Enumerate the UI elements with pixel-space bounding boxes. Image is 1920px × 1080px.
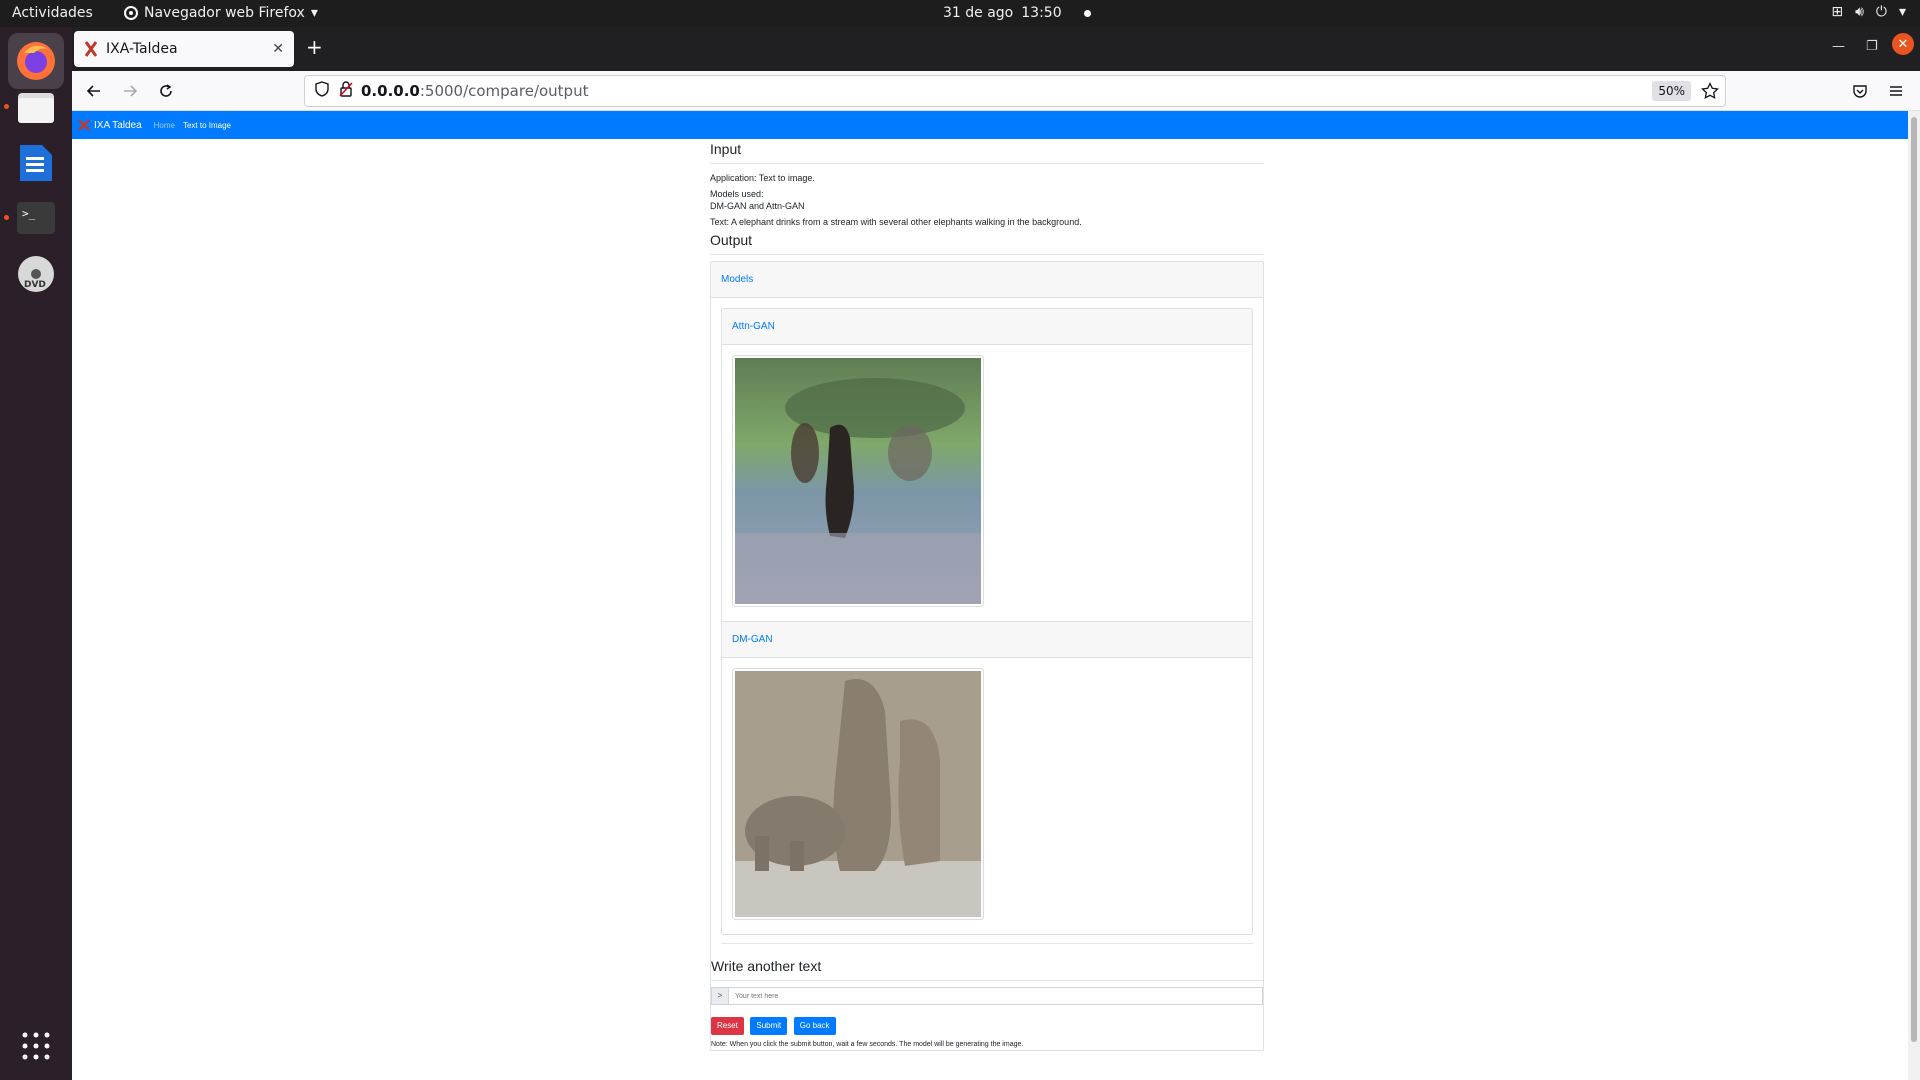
model-card-dm-gan: DM-GAN [721,622,1253,935]
svg-text:>_: >_ [22,207,36,220]
close-window-icon[interactable]: ✕ [1892,33,1914,55]
url-path: :5000/compare/output [419,82,589,100]
navigation-toolbar: 0.0.0.0:5000/compare/output 50% [72,71,1920,111]
models-card: Models Attn-GAN DM-GAN Write another tex… [710,261,1264,1051]
dock-dvd[interactable]: DVD [8,246,64,302]
restore-icon[interactable]: ❐ [1866,39,1878,54]
button-row: Reset Submit Go back [711,1015,1253,1035]
terminal-icon: >_ [17,202,55,234]
reload-icon[interactable] [154,79,178,103]
divider [711,980,1263,981]
shield-icon[interactable] [315,81,329,101]
pocket-icon[interactable] [1848,79,1872,103]
model-card-attn-gan: Attn-GAN [721,308,1253,622]
brand-label: IXA Taldea [94,119,142,131]
dock-files[interactable] [8,79,64,135]
input-text: Text: A elephant drinks from a stream wi… [710,217,1082,227]
input-prefix: > [711,987,729,1005]
site-navbar: IXA Taldea Home Text to Image [72,111,1908,139]
app-name: Navegador web Firefox [144,5,305,21]
models-used-label: Models used: [710,189,764,199]
dm-gan-image [732,668,984,920]
url-bar[interactable]: 0.0.0.0:5000/compare/output 50% [304,75,1726,107]
power-icon: ⏻ [1875,4,1887,20]
models-body: Attn-GAN DM-GAN Write another text > You… [711,298,1263,1048]
network-icon: ⊞ [1831,4,1844,20]
generated-elephant-image [735,671,981,917]
minimize-icon[interactable]: — [1832,39,1845,54]
hamburger-menu-icon[interactable] [1884,79,1908,103]
submit-note: Note: When you click the submit button, … [711,1041,1024,1048]
back-icon[interactable] [82,79,106,103]
main-container: Input Application: Text to image. Models… [710,139,1264,1051]
model-body [722,658,1252,934]
tab-strip: IXA-Taldea ✕ + — ❐ ✕ [72,27,1920,71]
text-input-group: > [711,987,1263,1005]
system-top-bar: Actividades Navegador web Firefox ▾ 31 d… [0,0,1920,27]
site-brand[interactable]: IXA Taldea [78,119,142,131]
system-tray[interactable]: ⊞ 🔊︎ ⏻ ▾ [1831,4,1906,20]
scrollbar-thumb[interactable] [1911,117,1917,1042]
firefox-small-icon [124,6,138,20]
form-heading: Write another text [711,958,822,974]
svg-text:DVD: DVD [24,280,46,290]
zoom-indicator[interactable]: 50% [1652,81,1691,101]
models-header[interactable]: Models [711,262,1263,298]
application-text: Application: Text to image. [710,173,815,183]
date-label: 31 de ago [943,5,1014,21]
submit-button[interactable]: Submit [750,1017,788,1035]
favicon-icon [84,41,98,57]
url-host: 0.0.0.0 [361,82,420,100]
browser-window: IXA-Taldea ✕ + — ❐ ✕ 0.0.0.0:5000/compar… [72,27,1920,1080]
divider [710,163,1264,164]
activities-button[interactable]: Actividades [12,5,93,21]
nav-home-link[interactable]: Home [154,121,175,130]
bookmark-star-icon[interactable] [1701,81,1719,104]
dock-writer[interactable] [8,135,64,191]
app-menu[interactable]: Navegador web Firefox ▾ [124,5,318,21]
dock-terminal[interactable]: >_ [8,190,64,246]
page-scrollbar[interactable] [1908,111,1920,1080]
chevron-down-icon: ▾ [310,5,318,21]
model-header[interactable]: DM-GAN [722,622,1252,658]
show-apps-button[interactable] [8,1018,64,1074]
firefox-icon [17,42,55,80]
tab-title: IXA-Taldea [106,41,178,57]
output-heading: Output [710,232,753,248]
web-page: IXA Taldea Home Text to Image Input Appl… [72,111,1908,1080]
new-tab-button[interactable]: + [306,35,323,59]
volume-icon: 🔊︎ [1855,4,1864,20]
dock: >_ DVD [0,27,72,1080]
input-heading: Input [710,141,742,157]
insecure-lock-icon[interactable] [339,81,353,101]
tab-ixa-taldea[interactable]: IXA-Taldea ✕ [74,31,294,67]
dvd-icon: DVD [18,256,54,292]
reset-button[interactable]: Reset [711,1017,744,1035]
files-icon [18,93,54,123]
document-icon [20,145,52,181]
generated-elephant-image [735,358,981,604]
ixa-logo-icon [78,119,90,131]
models-used-value: DM-GAN and Attn-GAN [710,201,805,211]
time-label: 13:50 [1021,5,1062,21]
text-input[interactable] [729,987,1263,1005]
divider [721,943,1253,944]
nav-text-to-image-link[interactable]: Text to Image [183,121,231,130]
clock[interactable]: 31 de ago 13:50 [943,5,1091,21]
divider [710,254,1264,255]
grid-icon [22,1032,50,1060]
forward-icon[interactable] [118,79,142,103]
notification-dot-icon [1083,10,1091,17]
chevron-down-icon: ▾ [1898,4,1906,20]
model-header[interactable]: Attn-GAN [722,309,1252,345]
close-icon[interactable]: ✕ [272,41,284,57]
model-body [722,345,1252,621]
attn-gan-image [732,355,984,607]
go-back-button[interactable]: Go back [793,1017,836,1035]
